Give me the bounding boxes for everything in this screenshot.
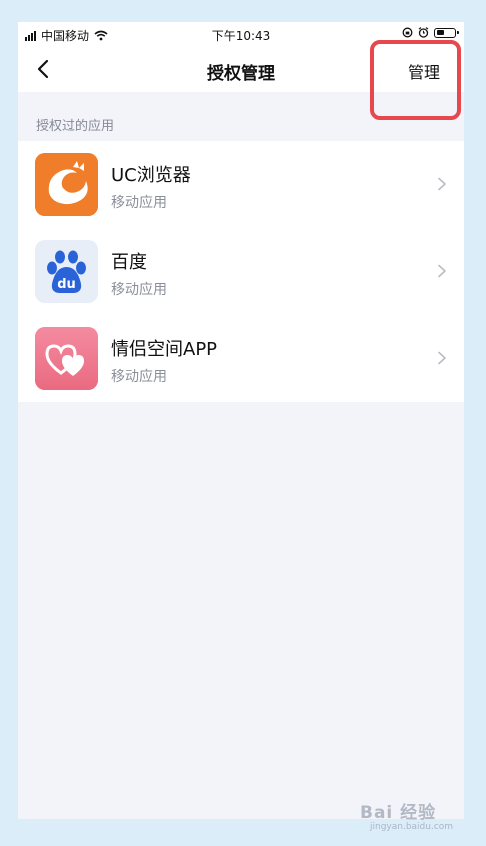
highlight-annotation bbox=[370, 40, 461, 120]
status-right bbox=[402, 27, 459, 38]
watermark-domain: jingyan.baidu.com bbox=[370, 822, 454, 832]
app-name: 百度 bbox=[111, 252, 147, 273]
svg-text:du: du bbox=[57, 277, 76, 292]
chevron-right-icon bbox=[438, 351, 446, 365]
screenshot-frame: 中国移动 下午10:43 授权管理 管理 授权过的应用 UC浏览器 移动应用 d… bbox=[0, 0, 486, 846]
lock-rotation-icon bbox=[402, 27, 413, 38]
authorized-app-list: UC浏览器 移动应用 du 百度 移动应用 情侣空间APP 移动应用 bbox=[18, 141, 464, 402]
chevron-right-icon bbox=[438, 264, 446, 278]
app-name: UC浏览器 bbox=[111, 165, 191, 186]
watermark-brand: Bai 经验 bbox=[360, 803, 437, 823]
baidu-icon: du bbox=[35, 240, 98, 303]
app-name: 情侣空间APP bbox=[111, 339, 218, 360]
alarm-icon bbox=[418, 27, 429, 38]
couple-space-icon bbox=[35, 327, 98, 390]
app-type: 移动应用 bbox=[111, 282, 167, 298]
list-item-uc-browser[interactable]: UC浏览器 移动应用 bbox=[18, 141, 464, 228]
battery-icon bbox=[434, 27, 459, 38]
section-label: 授权过的应用 bbox=[36, 119, 115, 134]
app-type: 移动应用 bbox=[111, 195, 167, 211]
phone-screen: 中国移动 下午10:43 授权管理 管理 授权过的应用 UC浏览器 移动应用 d… bbox=[18, 22, 464, 819]
app-type: 移动应用 bbox=[111, 369, 167, 385]
chevron-right-icon bbox=[438, 177, 446, 191]
list-item-couple-space[interactable]: 情侣空间APP 移动应用 bbox=[18, 315, 464, 402]
uc-browser-icon bbox=[35, 153, 98, 216]
list-item-baidu[interactable]: du 百度 移动应用 bbox=[18, 228, 464, 315]
